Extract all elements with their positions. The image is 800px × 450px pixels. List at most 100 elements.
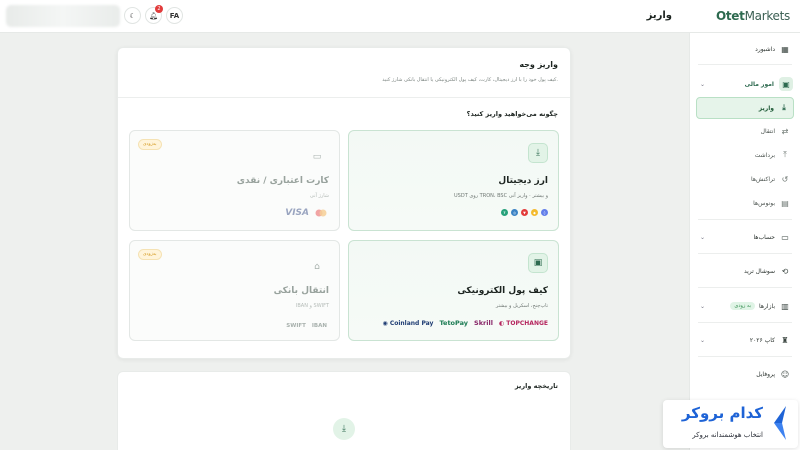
sidebar-item-label: واریز	[758, 104, 774, 112]
sidebar-item-transfer[interactable]: انتقال ⇄	[696, 120, 794, 142]
deposit-history-card: تاریخچه واریز ⤓	[117, 371, 571, 450]
chevron-down-icon: ⌄	[700, 336, 706, 344]
chevron-down-icon: ⌄	[700, 302, 706, 310]
chart-icon: ▥	[781, 301, 789, 311]
sidebar-item-label: انتقال	[760, 127, 775, 135]
cup-icon: ♜	[781, 335, 789, 345]
sidebar-item-label: بونوس‌ها	[753, 199, 775, 207]
deposit-subtitle: کیف پول خود را با ارز دیجیتال، کارت، کیف…	[382, 77, 558, 83]
overlay-tagline: انتخاب هوشمندانه بروکر	[692, 431, 763, 439]
wallet-icon: ▣	[528, 253, 548, 273]
sidebar-item-finance[interactable]: ⌄ امور مالی ▣	[696, 73, 794, 95]
download-icon: ⤓	[333, 418, 355, 440]
bnb-icon: ◆	[531, 209, 538, 216]
swift-logo: SWIFT	[286, 323, 306, 329]
history-title: تاریخچه واریز	[514, 382, 558, 390]
deposit-title: واریز وجه	[519, 60, 558, 69]
sidebar-item-withdraw[interactable]: برداشت ⤒	[696, 144, 794, 166]
card-logos: VISA	[285, 208, 327, 218]
brand-name-part: Markets	[744, 9, 791, 23]
sidebar-item-label: برداشت	[754, 151, 775, 159]
crypto-option[interactable]: ⤓ ارز دیجیتال USDT روی TRON، BSC و بیشتر…	[348, 130, 559, 231]
brand-name-part: Otet	[715, 9, 745, 23]
soon-badge: به‌زودی	[138, 249, 162, 260]
bank-icon: ⌂	[314, 262, 320, 272]
theme-toggle-button[interactable]: ☾	[124, 7, 141, 24]
sidebar-item-accounts[interactable]: ⌄ حساب‌ها ▭	[696, 226, 794, 248]
deposit-card: واریز وجه کیف پول خود را با ارز دیجیتال،…	[117, 47, 571, 359]
sidebar-item-profile[interactable]: پروفایل ☺	[696, 363, 794, 385]
user-info-blurred[interactable]	[6, 5, 120, 27]
transfer-icon: ⇄	[781, 126, 789, 136]
sidebar-item-label: امور مالی	[744, 80, 774, 88]
top-bar: ☾ 🔔︎ 2 FA واریز OtetMarkets	[0, 0, 800, 33]
coinland-logo: ◉ Coinland Pay	[382, 319, 434, 327]
brand-logo[interactable]: OtetMarkets	[716, 9, 790, 23]
soon-badge: به زودی	[730, 302, 756, 310]
grid-icon: ▦	[781, 44, 789, 54]
gift-icon: ▤	[781, 198, 789, 208]
moon-icon: ☾	[129, 11, 136, 20]
option-desc: USDT روی TRON، BSC و بیشتر · واریز آنی	[454, 193, 548, 199]
card-option: به‌زودی ▭ کارت اعتباری / نقدی شارژ آنی V…	[129, 130, 340, 231]
bank-option: به‌زودی ⌂ انتقال بانکی IBAN و SWIFT SWIF…	[129, 240, 340, 341]
sidebar-item-label: سوشال ترید	[743, 267, 775, 275]
history-icon: ↺	[781, 174, 789, 184]
ewallet-option[interactable]: ▣ کیف پول الکترونیکی تاپ‌چنج، اسکریل و ب…	[348, 240, 559, 341]
kadam-logo-icon	[774, 406, 786, 440]
kadam-broker-badge: کدام بروکر انتخاب هوشمندانه بروکر	[663, 400, 798, 448]
notifications-button[interactable]: 🔔︎ 2	[145, 5, 163, 24]
coin-icons: ₮ ◎ ▼ ◆ ◊	[501, 209, 548, 216]
logo-label: Coinland Pay	[389, 319, 434, 327]
page-title: واریز	[646, 10, 672, 21]
tron-icon: ▼	[521, 209, 528, 216]
sidebar-item-label: داشبورد	[755, 45, 775, 53]
deposit-method-question: چگونه می‌خواهید واریز کنید؟	[466, 110, 558, 118]
soon-badge: به‌زودی	[138, 139, 162, 150]
sidebar-item-label: پروفایل	[756, 370, 775, 378]
option-desc: تاپ‌چنج، اسکریل و بیشتر	[495, 303, 548, 309]
sidebar-item-label: کاپ ۲۰۲۶	[749, 336, 775, 344]
chevron-down-icon: ⌄	[700, 80, 706, 88]
card-icon: ▭	[781, 232, 789, 242]
wallet-icon: ▣	[779, 77, 793, 91]
upload-icon: ⤒	[783, 150, 787, 159]
visa-logo: VISA	[285, 208, 309, 218]
notification-count-badge: 2	[155, 5, 163, 13]
sidebar-item-dashboard[interactable]: داشبورد ▦	[696, 38, 794, 60]
social-icon: ⟲	[781, 266, 789, 276]
option-title: کارت اعتباری / نقدی	[236, 176, 329, 186]
sidebar-item-label: بازارها	[759, 302, 775, 310]
eth-icon: ◊	[541, 209, 548, 216]
option-title: کیف پول الکترونیکی	[457, 286, 548, 296]
language-button[interactable]: FA	[166, 7, 183, 24]
sidebar-item-deposit[interactable]: واریز ⤓	[696, 97, 794, 119]
sidebar-item-label: حساب‌ها	[753, 233, 775, 241]
sidebar-item-markets[interactable]: ⌄ به زودی بازارها ▥	[696, 295, 794, 317]
option-desc: شارژ آنی	[309, 193, 329, 199]
ewallet-logos: ◉ Coinland Pay TetoPay Skrill ◐ TOPCHANG…	[383, 319, 549, 327]
mastercard-logo	[315, 209, 327, 217]
sidebar-item-bonuses[interactable]: بونوس‌ها ▤	[696, 192, 794, 214]
logo-label: TOPCHANGE	[506, 319, 548, 327]
skrill-logo: Skrill	[474, 319, 493, 327]
sidebar-item-cup[interactable]: ⌄ کاپ ۲۰۲۶ ♜	[696, 329, 794, 351]
coin-icon: ◎	[511, 209, 518, 216]
option-title: ارز دیجیتال	[498, 176, 548, 186]
download-icon: ⤓	[528, 143, 548, 163]
option-title: انتقال بانکی	[273, 286, 329, 296]
chevron-down-icon: ⌄	[700, 233, 706, 241]
overlay-brand-name: کدام بروکر	[681, 404, 763, 422]
sidebar-item-social-trade[interactable]: سوشال ترید ⟲	[696, 260, 794, 282]
option-desc: IBAN و SWIFT	[295, 303, 329, 309]
download-icon: ⤓	[782, 103, 786, 112]
iban-logo: IBAN	[311, 323, 327, 329]
tetopay-logo: TetoPay	[439, 319, 469, 327]
user-icon: ☺	[780, 369, 790, 379]
sidebar-item-transactions[interactable]: تراکنش‌ها ↺	[696, 168, 794, 190]
sidebar-item-label: تراکنش‌ها	[751, 175, 775, 183]
bank-logos: SWIFT IBAN	[286, 323, 327, 329]
usdt-icon: ₮	[501, 209, 508, 216]
sidebar: داشبورد ▦ ⌄ امور مالی ▣ واریز ⤓ انتقال ⇄…	[689, 33, 800, 450]
topchange-logo: ◐ TOPCHANGE	[498, 319, 548, 327]
